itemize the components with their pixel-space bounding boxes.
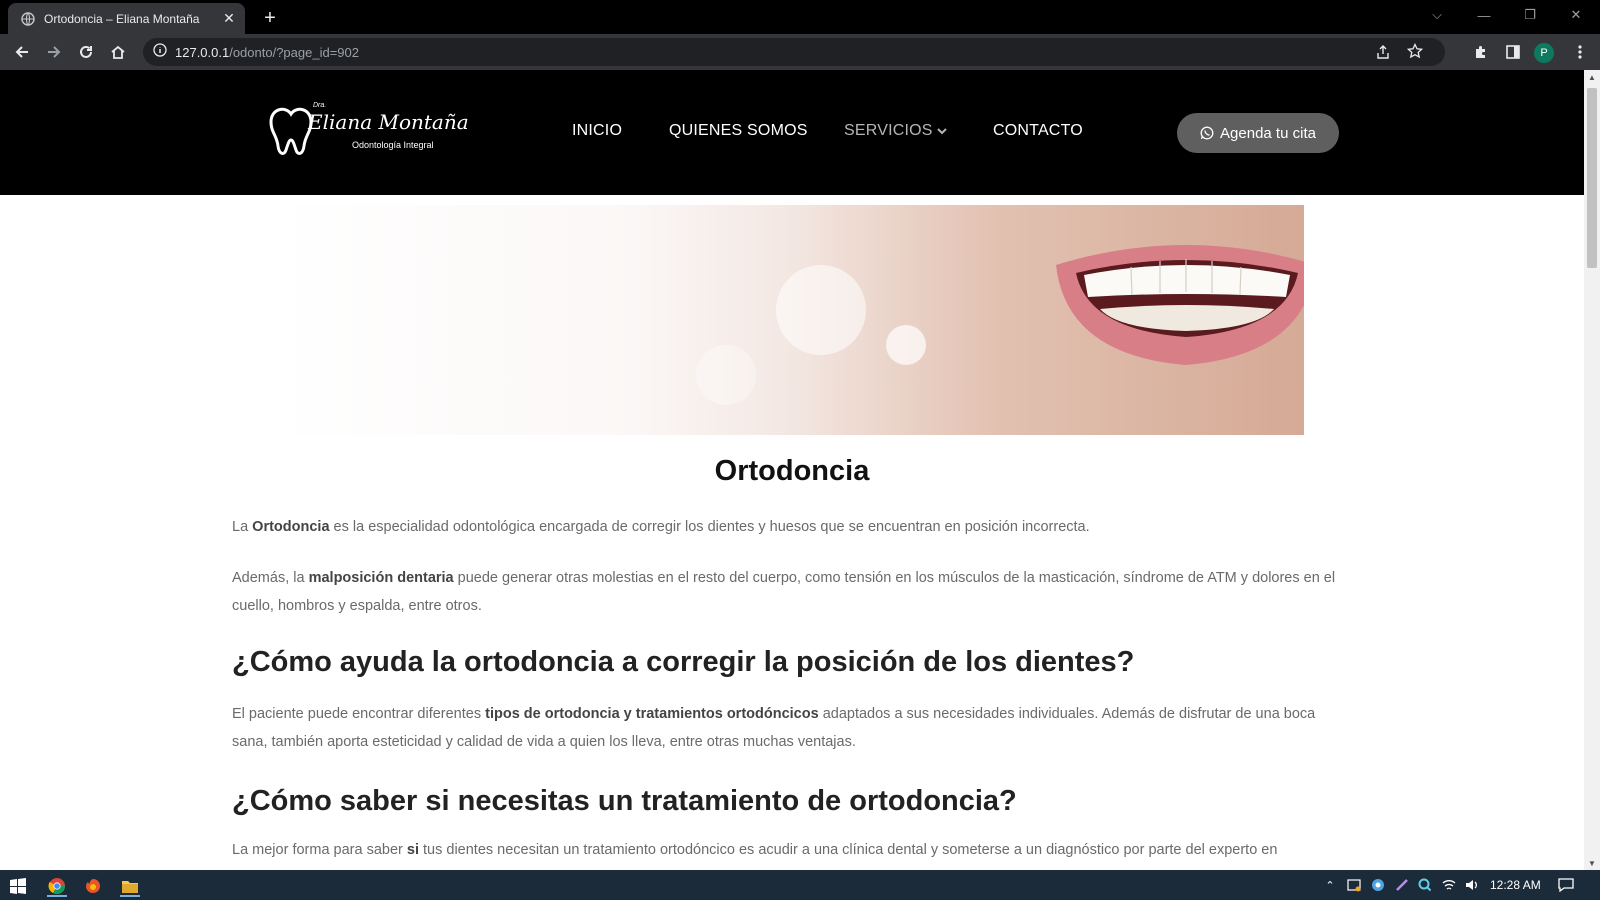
share-icon[interactable] xyxy=(1375,44,1391,65)
taskbar-clock[interactable]: 12:28 AM xyxy=(1490,878,1541,892)
nav-contacto[interactable]: CONTACTO xyxy=(993,122,1083,140)
browser-toolbar: 127.0.0.1/odonto/?page_id=902 P xyxy=(0,34,1600,70)
app-taskbar-icon[interactable] xyxy=(81,875,105,897)
tab-title: Ortodoncia – Eliana Montaña xyxy=(44,11,200,26)
browser-tab-bar: Ortodoncia – Eliana Montaña ✕ + ⌵ — ❐ ✕ xyxy=(0,0,1600,34)
windows-taskbar: ⌃ 12:28 AM xyxy=(0,870,1600,900)
nav-inicio[interactable]: INICIO xyxy=(572,122,622,140)
bookmark-star-icon[interactable] xyxy=(1406,42,1424,64)
bold-term: si xyxy=(406,842,419,858)
bokeh-light xyxy=(886,325,926,365)
url-text: 127.0.0.1/odonto/?page_id=902 xyxy=(175,45,359,60)
home-icon[interactable] xyxy=(104,38,132,66)
page-scrollbar[interactable]: ▲ ▼ xyxy=(1584,70,1600,870)
close-tab-icon[interactable]: ✕ xyxy=(219,9,239,29)
nav-servicios-label: SERVICIOS xyxy=(844,122,933,139)
scroll-thumb[interactable] xyxy=(1587,88,1597,268)
smile-illustration xyxy=(1056,245,1304,365)
nav-quienes-somos[interactable]: QUIENES SOMOS xyxy=(669,122,808,140)
text: Además, la xyxy=(232,570,309,586)
diagnosis-paragraph: La mejor forma para saber si tus dientes… xyxy=(232,836,1342,864)
tray-network-app-icon[interactable] xyxy=(1369,875,1387,895)
url-host: 127.0.0.1 xyxy=(175,44,230,60)
scroll-down-icon[interactable]: ▼ xyxy=(1584,856,1600,870)
file-explorer-icon[interactable] xyxy=(118,875,142,897)
tray-pen-icon[interactable] xyxy=(1393,875,1411,895)
logo-name: Eliana Montaña xyxy=(308,110,469,134)
bokeh-light xyxy=(696,345,756,405)
logo-prefix: Dra. xyxy=(313,102,327,109)
types-paragraph: El paciente puede encontrar diferentes t… xyxy=(232,700,1342,756)
cta-label: Agenda tu cita xyxy=(1220,124,1316,142)
active-indicator xyxy=(47,895,67,897)
bokeh-light xyxy=(776,265,866,355)
chevron-up-icon[interactable]: ⌃ xyxy=(1322,875,1338,895)
hero-image xyxy=(276,205,1304,435)
new-tab-icon[interactable]: + xyxy=(258,6,282,30)
bold-term: tipos de ortodoncia y tratamientos ortod… xyxy=(485,706,819,722)
chrome-taskbar-icon[interactable] xyxy=(45,875,69,897)
page-title: Ortodoncia xyxy=(714,455,870,487)
intro-paragraph: La Ortodoncia es la especialidad odontol… xyxy=(232,513,1342,541)
tab-search-icon[interactable]: ⌵ xyxy=(1414,0,1460,30)
scroll-up-icon[interactable]: ▲ xyxy=(1584,70,1600,84)
restore-icon[interactable]: ❐ xyxy=(1507,0,1553,30)
forward-icon[interactable] xyxy=(40,38,68,66)
tray-search-app-icon[interactable] xyxy=(1416,875,1434,895)
text: La mejor forma para saber xyxy=(232,842,407,858)
bold-term: Ortodoncia xyxy=(252,519,330,535)
extensions-icon[interactable] xyxy=(1467,38,1495,66)
profile-avatar[interactable]: P xyxy=(1534,43,1554,63)
chevron-down-icon xyxy=(937,122,948,139)
site-info-icon[interactable] xyxy=(153,42,167,62)
book-appointment-button[interactable]: Agenda tu cita xyxy=(1177,113,1339,153)
tray-app-icon[interactable] xyxy=(1345,875,1363,895)
windows-start-icon[interactable] xyxy=(6,875,30,897)
browser-tab[interactable]: Ortodoncia – Eliana Montaña ✕ xyxy=(8,3,245,34)
active-indicator xyxy=(120,895,140,897)
address-bar[interactable]: 127.0.0.1/odonto/?page_id=902 xyxy=(143,38,1445,66)
site-logo[interactable]: Dra. Eliana Montaña Odontología Integral xyxy=(268,100,469,162)
notifications-icon[interactable] xyxy=(1556,875,1576,895)
wifi-icon[interactable] xyxy=(1440,875,1458,895)
back-icon[interactable] xyxy=(8,38,36,66)
whatsapp-icon xyxy=(1200,126,1214,140)
logo-tagline: Odontología Integral xyxy=(352,140,434,150)
url-path: /odonto/?page_id=902 xyxy=(229,44,359,60)
text: es la especialidad odontológica encargad… xyxy=(329,519,1090,535)
malposition-paragraph: Además, la malposición dentaria puede ge… xyxy=(232,564,1342,620)
text: La xyxy=(232,519,253,535)
volume-icon[interactable] xyxy=(1463,875,1481,895)
section-heading: ¿Cómo saber si necesitas un tratamiento … xyxy=(232,785,1017,817)
menu-kebab-icon[interactable] xyxy=(1566,38,1594,66)
nav-servicios[interactable]: SERVICIOS xyxy=(844,122,948,140)
globe-icon xyxy=(20,11,36,27)
bold-term: malposición dentaria xyxy=(308,570,454,586)
section-heading: ¿Cómo ayuda la ortodoncia a corregir la … xyxy=(232,646,1135,678)
reload-icon[interactable] xyxy=(72,38,100,66)
site-header: Dra. Eliana Montaña Odontología Integral… xyxy=(0,70,1584,195)
side-panel-icon[interactable] xyxy=(1499,38,1527,66)
minimize-icon[interactable]: — xyxy=(1461,0,1507,30)
text: El paciente puede encontrar diferentes xyxy=(232,706,486,722)
text: tus dientes necesitan un tratamiento ort… xyxy=(418,842,1278,858)
close-window-icon[interactable]: ✕ xyxy=(1553,0,1599,30)
